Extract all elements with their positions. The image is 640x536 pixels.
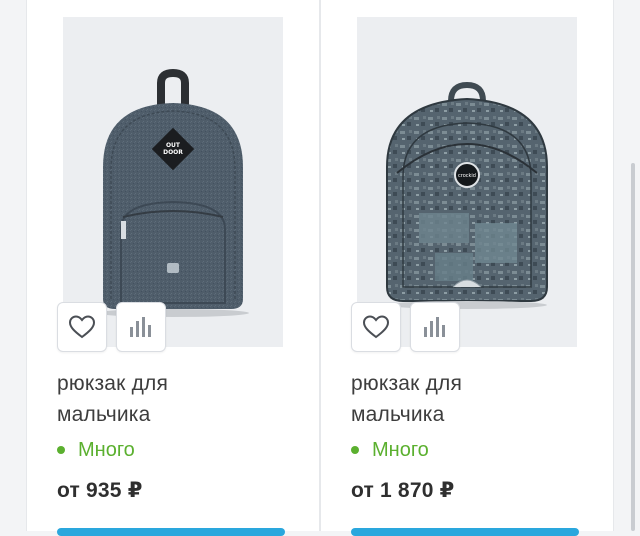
stock-status: Много xyxy=(351,437,429,463)
product-image[interactable]: OUT DOOR xyxy=(63,17,283,347)
add-to-cart-button[interactable] xyxy=(351,528,579,536)
product-card[interactable]: crockid рюкзак для мальчика Много от 1 8… xyxy=(320,0,614,536)
product-title-line: мальчика xyxy=(351,403,445,426)
bar-chart-icon xyxy=(130,317,151,337)
compare-button[interactable] xyxy=(116,302,166,352)
favorite-button[interactable] xyxy=(351,302,401,352)
svg-text:DOOR: DOOR xyxy=(163,149,183,156)
heart-icon xyxy=(362,315,390,339)
product-price: от 935 ₽ xyxy=(57,479,143,502)
in-stock-dot-icon xyxy=(57,446,65,454)
add-to-cart-button[interactable] xyxy=(57,528,285,536)
product-title-line: мальчика xyxy=(57,403,151,426)
bar-chart-icon xyxy=(424,317,445,337)
product-title-line: рюкзак для xyxy=(351,372,463,395)
svg-text:OUT: OUT xyxy=(166,142,181,149)
gray-backpack-image: OUT DOOR xyxy=(63,17,283,347)
product-image[interactable]: crockid xyxy=(357,17,577,347)
product-price: от 1 870 ₽ xyxy=(351,479,455,502)
compare-button[interactable] xyxy=(410,302,460,352)
stock-label: Много xyxy=(372,438,429,461)
product-title[interactable]: рюкзак для мальчика xyxy=(57,368,297,430)
product-title[interactable]: рюкзак для мальчика xyxy=(351,368,591,430)
in-stock-dot-icon xyxy=(351,446,359,454)
product-grid: OUT DOOR рюкзак для мальчика Много от 93… xyxy=(0,0,640,536)
svg-text:crockid: crockid xyxy=(458,173,476,179)
product-card[interactable]: OUT DOOR рюкзак для мальчика Много от 93… xyxy=(26,0,320,536)
stock-status: Много xyxy=(57,437,135,463)
favorite-button[interactable] xyxy=(57,302,107,352)
camouflage-backpack-image: crockid xyxy=(357,17,577,347)
scrollbar[interactable] xyxy=(631,163,635,531)
stock-label: Много xyxy=(78,438,135,461)
product-title-line: рюкзак для xyxy=(57,372,169,395)
heart-icon xyxy=(68,315,96,339)
